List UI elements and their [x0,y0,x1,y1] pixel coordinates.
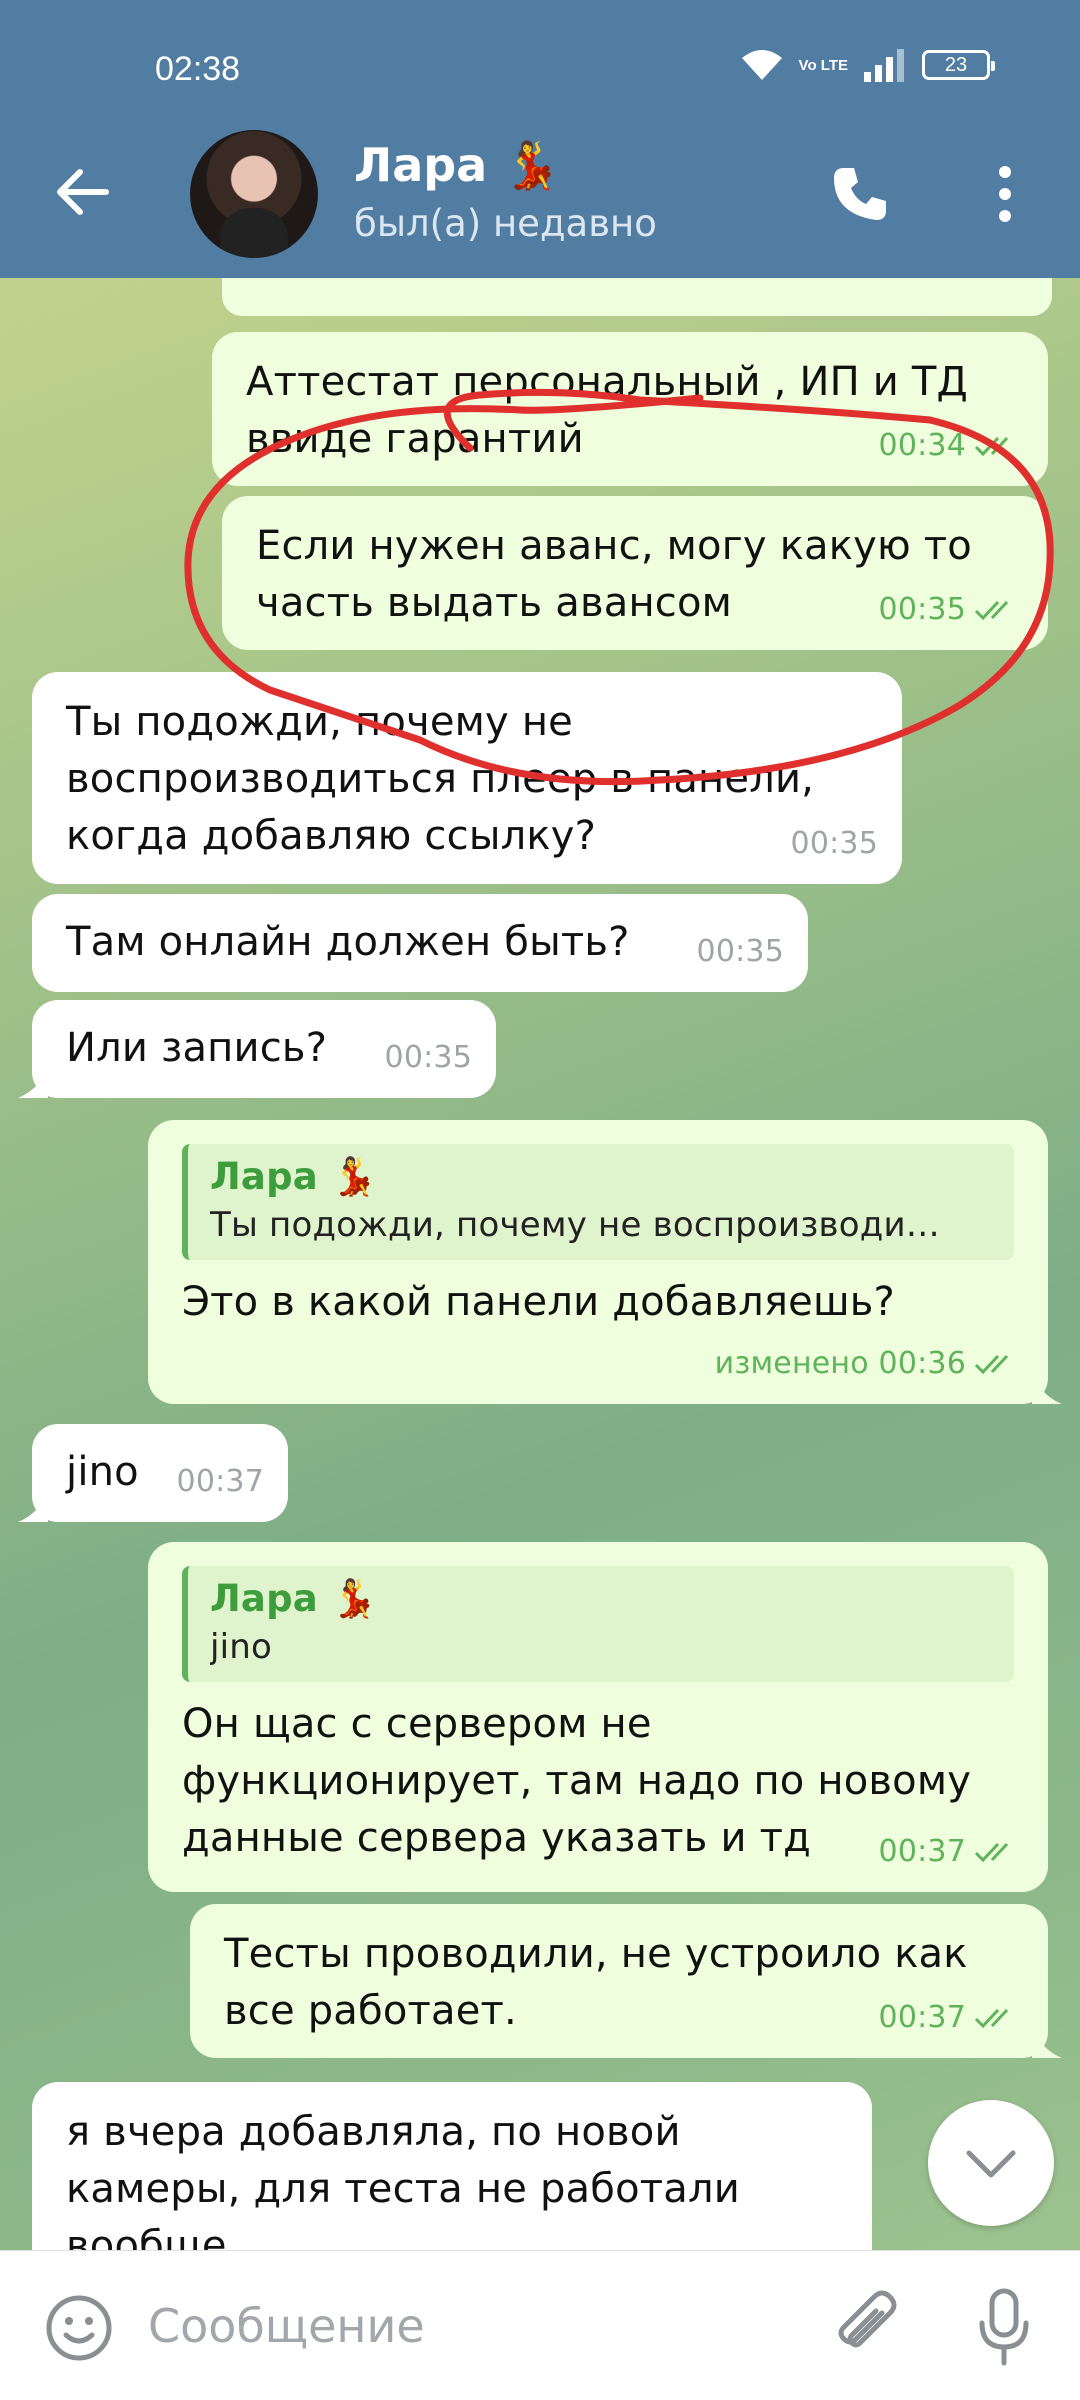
double-check-icon [974,436,1009,456]
message-meta: 00:37 [879,1823,1024,1880]
message-time: 00:35 [878,592,966,627]
signal-icon [864,49,904,82]
scroll-down-button[interactable] [928,2100,1054,2226]
message-text: Это в какой панели добавляешь? [182,1279,895,1325]
reply-quote[interactable]: Лара 💃 jino [182,1566,1014,1682]
message-bubble[interactable]: Аттестат персональный , ИП и ТД ввиде га… [212,332,1048,486]
battery-icon: 23 [922,50,995,80]
reply-text: jino [210,1627,273,1667]
double-check-icon [974,1842,1009,1862]
message-time: 00:37 [878,2000,966,2035]
message-time: 00:35 [384,1040,472,1075]
paperclip-icon[interactable] [830,2289,904,2363]
phone-icon[interactable] [830,164,890,224]
double-check-icon [974,600,1009,620]
message-composer [0,2250,1080,2400]
message-text: Аттестат персональный , ИП и ТД ввиде га… [246,359,969,462]
message-meta: 00:35 [385,1029,472,1086]
bubble-tail [18,1068,48,1098]
message-time: 00:37 [176,1464,264,1499]
double-check-icon [974,2008,1009,2028]
status-icons: Vo LTE 23 [739,48,995,82]
message-bubble[interactable]: Там онлайн должен быть? 00:35 [32,894,808,992]
emoji-icon[interactable] [44,2293,114,2363]
message-meta: 00:37 [177,1453,264,1510]
message-bubble[interactable]: jino 00:37 [18,1424,288,1522]
status-time: 02:38 [155,50,241,88]
double-check-icon [974,1354,1009,1374]
message-meta: 00:35 [697,923,784,980]
message-meta: 00:35 [879,581,1024,638]
chat-status: был(а) недавно [354,202,657,245]
bubble-tail [18,1492,48,1522]
wifi-icon [741,50,782,80]
message-text: jino [66,1449,139,1495]
message-text: Ты подожди, почему не воспроизводиться п… [66,699,815,859]
reply-author: Лара 💃 [210,1577,378,1620]
chat-header: 02:38 Vo LTE 23 Лара 💃 был(а) недавно [0,0,1080,278]
message-meta: 00:37 [879,1989,1024,2046]
status-bar: 02:38 Vo LTE 23 [0,0,1080,140]
message-text: Тесты проводили, не устроило как все раб… [224,1931,968,2034]
message-bubble[interactable]: Тесты проводили, не устроило как все раб… [190,1904,1062,2058]
back-arrow-icon[interactable] [52,162,112,222]
chat-name[interactable]: Лара 💃 [354,138,561,193]
more-vertical-icon[interactable] [990,164,1020,224]
message-text: Если нужен аванс, могу какую то часть вы… [256,523,972,626]
message-meta: 00:34 [879,417,1024,474]
message-bubble[interactable]: Ты подожди, почему не воспроизводиться п… [32,672,902,884]
message-text: Там онлайн должен быть? [66,919,630,965]
message-bubble[interactable]: Лара 💃 Ты подожди, почему не воспроизвод… [148,1120,1062,1404]
bubble-tail [1032,1374,1062,1404]
message-time: 00:35 [696,934,784,969]
chevron-down-icon [966,2150,1016,2178]
message-time: 00:34 [878,428,966,463]
message-text: Он щас с сервером не функционирует, там … [182,1701,972,1861]
message-input[interactable] [148,2291,788,2361]
message-time: изменено 00:36 [714,1346,966,1381]
reply-quote[interactable]: Лара 💃 Ты подожди, почему не воспроизвод… [182,1144,1014,1260]
avatar[interactable] [190,130,318,258]
message-text: я вчера добавляла, по новой камеры, для … [66,2109,740,2269]
message-bubble[interactable]: Если нужен аванс, могу какую то часть вы… [222,496,1048,650]
message-time: 00:35 [790,826,878,861]
message-bubble[interactable]: Лара 💃 jino Он щас с сервером не функцио… [148,1542,1048,1892]
reply-text: Ты подожди, почему не воспроизводи… [210,1205,940,1245]
bubble-tail [1032,2028,1062,2058]
message-meta: 00:35 [791,815,878,872]
message-bubble[interactable]: Или запись? 00:35 [18,1000,496,1098]
reply-author: Лара 💃 [210,1155,378,1198]
message-time: 00:37 [878,1834,966,1869]
volte-icon: Vo LTE [798,56,848,74]
message-meta: изменено 00:36 [715,1335,1024,1392]
message-text: Или запись? [66,1025,328,1071]
microphone-icon[interactable] [976,2287,1032,2367]
battery-level: 23 [944,53,968,76]
